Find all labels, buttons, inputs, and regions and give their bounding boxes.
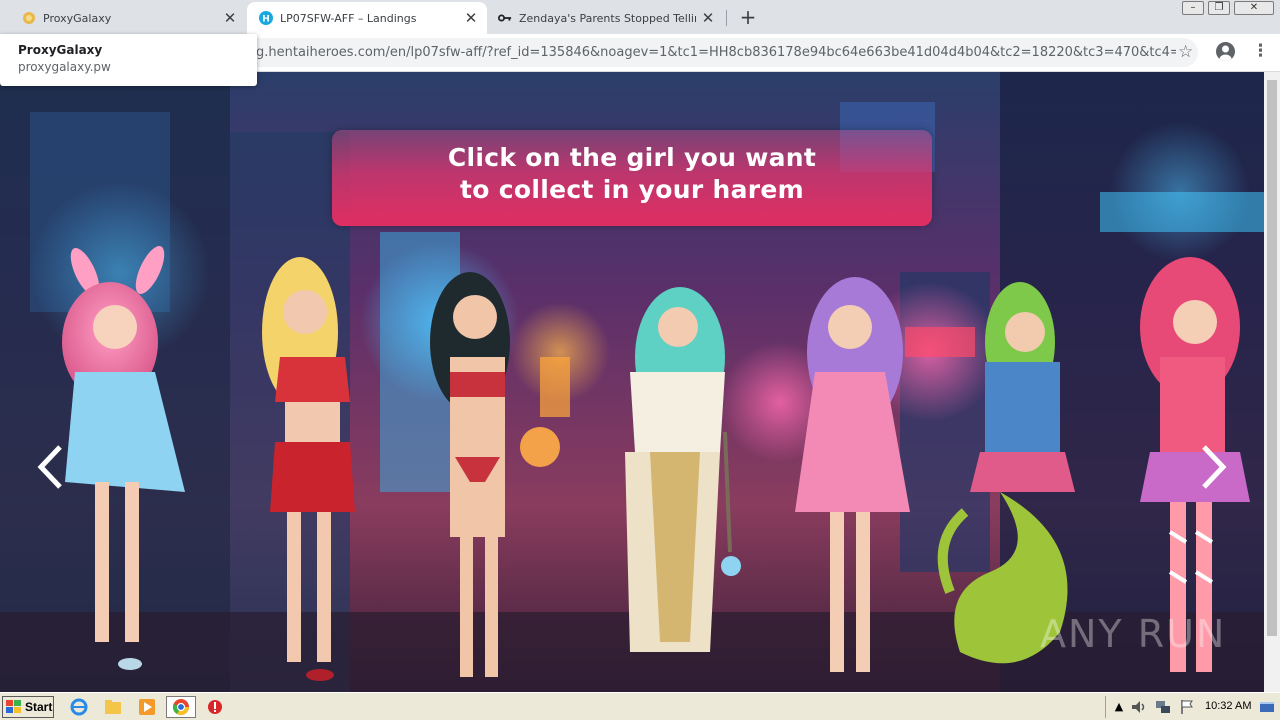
- tab-strip: ProxyGalaxy ✕ H LP07SFW-AFF – Landings ✕…: [0, 0, 1280, 34]
- tab-zendaya[interactable]: Zendaya's Parents Stopped Telling H ✕: [488, 2, 724, 34]
- character-clown-girl[interactable]: [1140, 257, 1250, 672]
- new-tab-button[interactable]: +: [737, 6, 759, 28]
- start-button[interactable]: Start: [2, 696, 54, 718]
- character-purple-hair-girl[interactable]: [795, 277, 910, 672]
- banner-headline: Click on the girl you want to collect in…: [332, 142, 932, 206]
- kebab-menu-icon[interactable]: ⋮: [1252, 41, 1269, 61]
- tab-landings[interactable]: H LP07SFW-AFF – Landings ✕: [247, 2, 487, 34]
- chevron-left-icon[interactable]: [36, 444, 64, 494]
- key-icon: [498, 11, 512, 25]
- network-icon[interactable]: [1154, 698, 1172, 716]
- tab-separator: [726, 10, 727, 26]
- tab-title: LP07SFW-AFF – Landings: [280, 11, 417, 25]
- instruction-banner: Click on the girl you want to collect in…: [332, 130, 932, 226]
- bookmark-star-icon[interactable]: ☆: [1178, 42, 1193, 62]
- windows-logo-icon: [6, 700, 21, 713]
- character-bunny-girl[interactable]: [62, 242, 185, 670]
- chrome-taskbar-button[interactable]: [166, 696, 196, 718]
- folder-icon[interactable]: [104, 698, 122, 716]
- page-viewport: Click on the girl you want to collect in…: [0, 72, 1264, 692]
- headline-line-2: to collect in your harem: [460, 175, 804, 204]
- tab-proxygalaxy[interactable]: ProxyGalaxy ✕: [0, 2, 246, 34]
- show-hidden-icons-icon[interactable]: ▲: [1110, 698, 1128, 716]
- system-clock[interactable]: 10:32 AM: [1205, 700, 1251, 712]
- close-icon[interactable]: ✕: [463, 10, 479, 26]
- proxygalaxy-favicon: [22, 11, 36, 25]
- flag-icon[interactable]: [1178, 698, 1196, 716]
- character-priestess[interactable]: [625, 287, 741, 652]
- svg-text:H: H: [262, 15, 270, 25]
- headline-line-1: Click on the girl you want: [447, 143, 817, 172]
- tab-title: Zendaya's Parents Stopped Telling H: [519, 11, 696, 25]
- character-bikini-girl[interactable]: [430, 272, 560, 677]
- tab-title: ProxyGalaxy: [43, 11, 112, 25]
- chevron-right-icon[interactable]: [1200, 444, 1228, 494]
- close-icon[interactable]: ✕: [700, 10, 716, 26]
- stop-icon[interactable]: [206, 698, 224, 716]
- hentaiheroes-favicon: H: [259, 11, 273, 25]
- anyrun-watermark: ANY RUN: [1040, 612, 1227, 656]
- chrome-icon: [172, 699, 190, 716]
- url-text[interactable]: g.hentaiheroes.com/en/lp07sfw-aff/?ref_i…: [256, 45, 1176, 60]
- tray-separator: [1105, 696, 1106, 718]
- show-desktop-icon[interactable]: [1258, 698, 1276, 716]
- profile-icon[interactable]: [1216, 42, 1235, 61]
- windows-taskbar: Start ▲ 10:32 AM: [0, 692, 1280, 720]
- maximize-button[interactable]: ❐: [1208, 1, 1230, 15]
- hovercard-title: ProxyGalaxy: [18, 43, 103, 57]
- hovercard-url: proxygalaxy.pw: [18, 60, 111, 74]
- internet-explorer-icon[interactable]: [70, 698, 88, 716]
- volume-icon[interactable]: [1130, 698, 1148, 716]
- character-naga-girl[interactable]: [937, 282, 1075, 664]
- media-player-icon[interactable]: [138, 698, 156, 716]
- close-window-button[interactable]: ✕: [1234, 1, 1274, 15]
- minimize-button[interactable]: –: [1182, 1, 1204, 15]
- address-bar[interactable]: g.hentaiheroes.com/en/lp07sfw-aff/?ref_i…: [150, 38, 1198, 67]
- scrollbar-thumb[interactable]: [1267, 80, 1277, 636]
- tab-hover-card: ProxyGalaxy proxygalaxy.pw: [0, 34, 257, 86]
- character-blonde-girl[interactable]: [262, 257, 355, 681]
- start-label: Start: [25, 700, 53, 714]
- close-icon[interactable]: ✕: [222, 10, 238, 26]
